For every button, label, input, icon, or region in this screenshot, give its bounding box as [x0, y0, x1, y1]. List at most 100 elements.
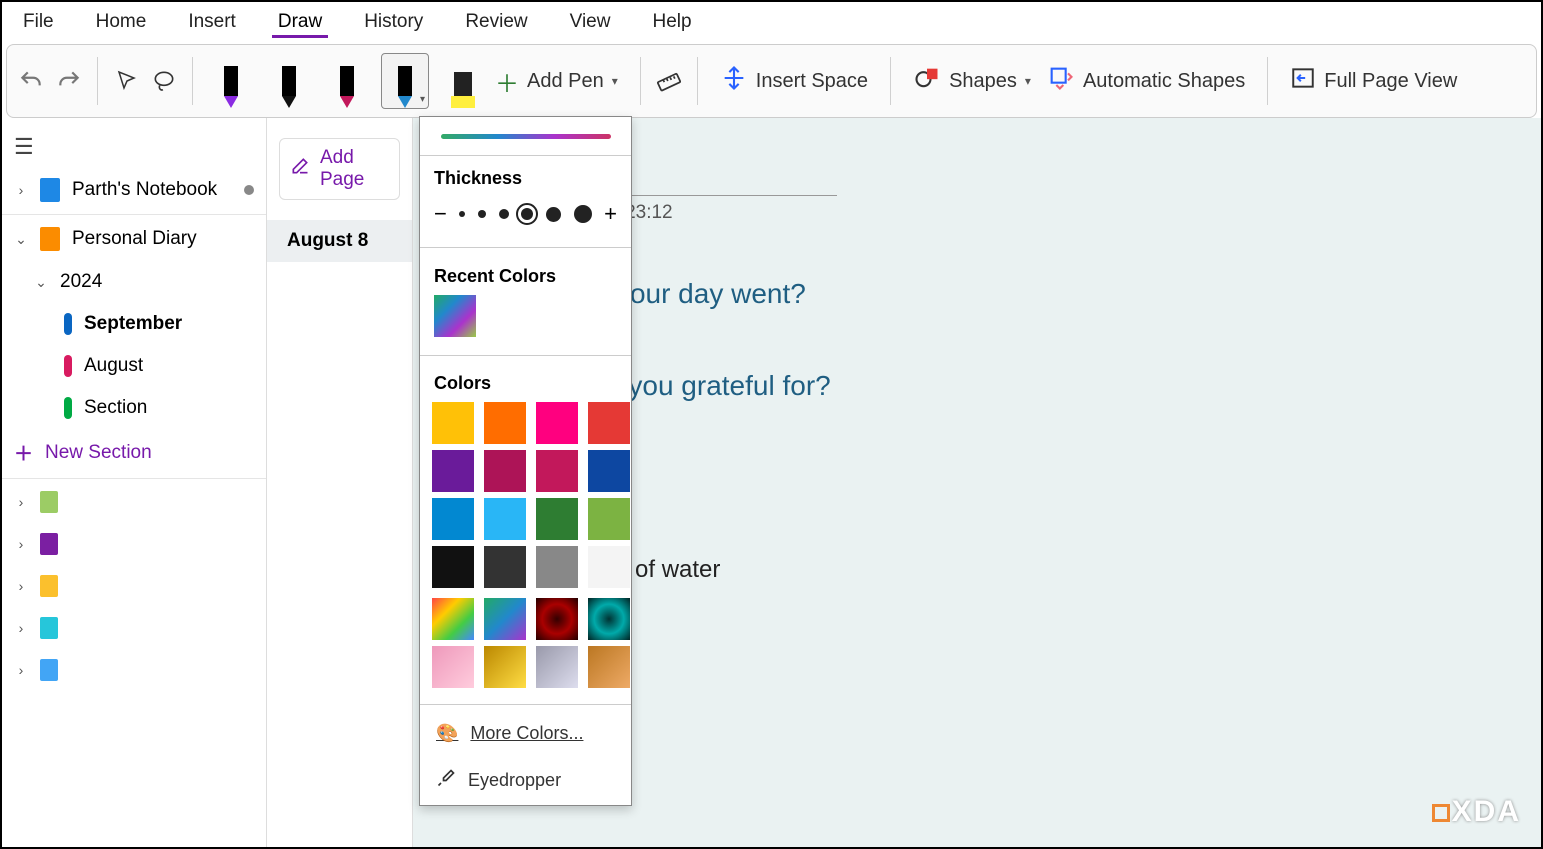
color-swatch[interactable]	[536, 402, 578, 444]
texture-swatch[interactable]	[588, 598, 630, 640]
color-swatch[interactable]	[484, 498, 526, 540]
thickness-decrease[interactable]: −	[434, 201, 447, 227]
notebook-collapsed[interactable]: ›	[2, 523, 266, 565]
question-1[interactable]: How did your day went?	[507, 278, 1507, 310]
add-page-button[interactable]: Add Page	[279, 138, 400, 200]
color-swatch[interactable]	[588, 498, 630, 540]
shapes-button[interactable]: Shapes ▾	[905, 58, 1039, 104]
redo-icon[interactable]	[55, 67, 83, 95]
pen-tool-2[interactable]	[323, 53, 371, 109]
texture-swatch[interactable]	[432, 646, 474, 688]
thickness-increase[interactable]: +	[604, 201, 617, 227]
menu-draw[interactable]: Draw	[272, 7, 328, 38]
new-section-button[interactable]: ＋ New Section	[2, 429, 266, 476]
notebook-collapsed[interactable]: ›	[2, 649, 266, 691]
thickness-dot[interactable]	[459, 211, 465, 217]
section-august[interactable]: August	[2, 345, 266, 387]
color-swatch[interactable]	[432, 498, 474, 540]
notebook-icon	[40, 178, 60, 202]
pen-tool-1[interactable]	[265, 53, 313, 109]
section-label: September	[84, 313, 182, 335]
texture-swatch[interactable]	[588, 646, 630, 688]
color-swatch[interactable]	[484, 402, 526, 444]
color-swatch[interactable]	[588, 450, 630, 492]
texture-swatch[interactable]	[536, 646, 578, 688]
sync-dot-icon	[244, 185, 254, 195]
chevron-right-icon: ›	[14, 620, 28, 636]
section-group-2024[interactable]: ⌄ 2024	[2, 261, 266, 303]
color-swatch[interactable]	[536, 546, 578, 588]
question-2[interactable]: What are you grateful for?	[507, 370, 1507, 402]
notebook-label: Personal Diary	[72, 228, 197, 250]
section-label: August	[84, 355, 143, 377]
eyedropper-icon	[436, 768, 456, 793]
section-september[interactable]: September	[2, 303, 266, 345]
undo-icon[interactable]	[17, 67, 45, 95]
auto-shapes-button[interactable]: Automatic Shapes	[1039, 58, 1253, 104]
color-swatch[interactable]	[432, 450, 474, 492]
more-colors-button[interactable]: 🎨 More Colors...	[420, 711, 631, 756]
texture-swatch[interactable]	[432, 598, 474, 640]
menu-history[interactable]: History	[358, 7, 429, 37]
menu-help[interactable]: Help	[646, 7, 697, 37]
thickness-dot[interactable]	[574, 205, 592, 223]
notebook-icon	[40, 617, 58, 639]
menu-review[interactable]: Review	[459, 7, 533, 37]
pen-tool-0[interactable]	[207, 53, 255, 109]
thickness-dot[interactable]	[499, 209, 509, 219]
section-section[interactable]: Section	[2, 387, 266, 429]
more-colors-label: More Colors...	[470, 723, 583, 744]
cursor-icon[interactable]	[112, 67, 140, 95]
texture-swatch[interactable]	[484, 598, 526, 640]
full-page-view-button[interactable]: Full Page View	[1282, 59, 1465, 103]
menu-insert[interactable]: Insert	[182, 7, 242, 37]
texture-swatch[interactable]	[484, 646, 526, 688]
pen-tool-3[interactable]: ▾	[381, 53, 429, 109]
section-color-icon	[64, 397, 72, 419]
page-list-item[interactable]: August 8	[267, 220, 412, 262]
page-item-title: August 8	[287, 230, 368, 251]
plus-icon: ＋	[495, 64, 519, 99]
lasso-icon[interactable]	[150, 67, 178, 95]
thickness-dot[interactable]	[546, 207, 561, 222]
hamburger-icon[interactable]: ☰	[14, 134, 34, 159]
color-swatch[interactable]	[484, 450, 526, 492]
watermark: XDA	[1432, 795, 1521, 829]
auto-shapes-icon	[1047, 64, 1075, 98]
notebook-icon	[40, 227, 60, 251]
color-swatch[interactable]	[432, 402, 474, 444]
palette-icon: 🎨	[436, 723, 458, 744]
ruler-icon[interactable]	[655, 67, 683, 95]
highlighter-tool[interactable]	[439, 53, 487, 109]
chevron-down-icon: ⌄	[34, 274, 48, 291]
color-swatch[interactable]	[536, 498, 578, 540]
chevron-right-icon: ›	[14, 182, 28, 198]
colors-heading: Colors	[420, 361, 631, 402]
notebook-collapsed[interactable]: ›	[2, 607, 266, 649]
menu-view[interactable]: View	[564, 7, 617, 37]
menu-home[interactable]: Home	[90, 7, 153, 37]
thickness-dot-selected[interactable]	[521, 208, 533, 220]
chevron-right-icon: ›	[14, 536, 28, 552]
insert-space-button[interactable]: Insert Space	[712, 58, 876, 104]
thickness-selector[interactable]: − +	[420, 197, 631, 241]
thickness-heading: Thickness	[420, 156, 631, 197]
recent-color-swatch[interactable]	[434, 295, 476, 337]
new-section-label: New Section	[45, 442, 152, 464]
color-swatch[interactable]	[432, 546, 474, 588]
color-swatch[interactable]	[484, 546, 526, 588]
color-swatch[interactable]	[588, 402, 630, 444]
plus-icon: ＋	[14, 439, 33, 466]
notebook-row-personal-diary[interactable]: ⌄ Personal Diary	[2, 217, 266, 261]
thickness-dot[interactable]	[478, 210, 486, 218]
add-pen-button[interactable]: ＋ Add Pen ▾	[487, 58, 626, 105]
menu-file[interactable]: File	[17, 7, 60, 37]
chevron-down-icon: ▾	[612, 74, 618, 88]
eyedropper-button[interactable]: Eyedropper	[420, 756, 631, 805]
notebook-row-parths[interactable]: › Parth's Notebook	[2, 168, 266, 212]
color-swatch[interactable]	[588, 546, 630, 588]
color-swatch[interactable]	[536, 450, 578, 492]
notebook-collapsed[interactable]: ›	[2, 565, 266, 607]
texture-swatch[interactable]	[536, 598, 578, 640]
notebook-collapsed[interactable]: ›	[2, 481, 266, 523]
